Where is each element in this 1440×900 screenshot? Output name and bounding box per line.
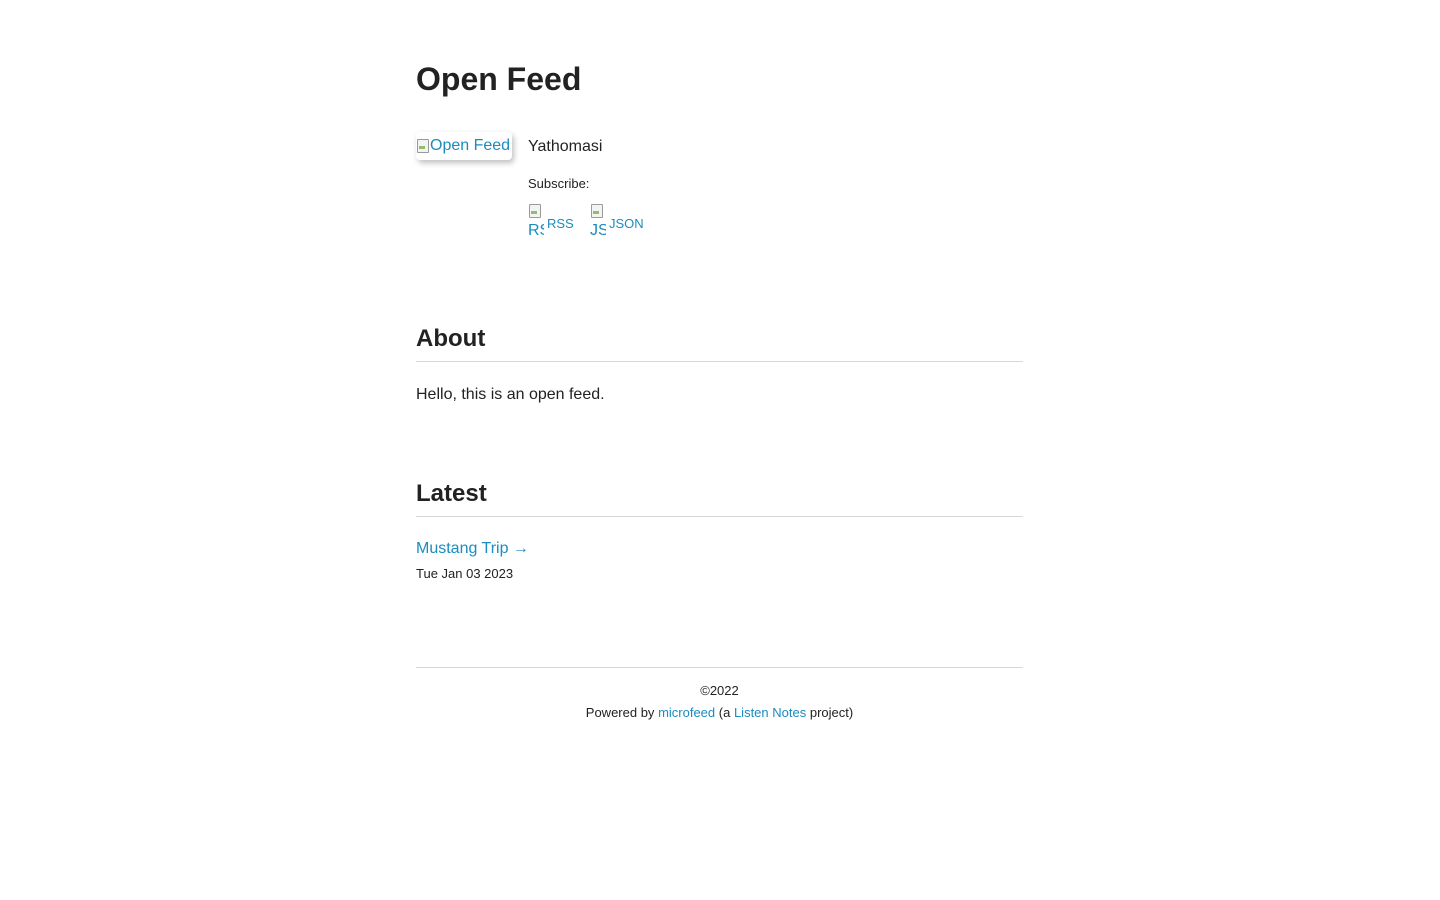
cover-alt-text: Open Feed [430,137,511,154]
about-heading: About [416,325,486,352]
subscribe-json-link[interactable]: JSON JSON [590,203,648,243]
footer-divider [416,667,1023,668]
latest-item-title-link[interactable]: Mustang Trip → [416,539,529,559]
rss-link-label: RSS [547,216,574,231]
powered-by-prefix: Powered by [585,705,655,720]
footer: ©2022 Powered by microfeed (a Listen Not… [416,683,1023,727]
rss-icon-alt: RSS [528,222,544,239]
powered-by-suffix: project) [809,705,854,720]
footer-powered-by: Powered by microfeed (a Listen Notes pro… [416,705,1023,727]
footer-copyright: ©2022 [700,683,739,698]
json-icon: JSON [590,203,606,241]
subscribe-label: Subscribe: [528,176,590,191]
latest-item-date: Tue Jan 03 2023 [416,566,514,581]
page-title: Open Feed [416,61,582,97]
json-link-label: JSON [609,216,644,231]
subscribe-rss-link[interactable]: RSS RSS [528,203,578,243]
about-text: Hello, this is an open feed. [416,386,605,403]
listen-notes-link[interactable]: Listen Notes [734,705,806,720]
channel-author: Yathomasi [528,138,603,155]
broken-image-icon [590,203,604,219]
microfeed-link[interactable]: microfeed [658,705,715,720]
channel-cover-image[interactable]: Open Feed [416,132,512,160]
json-icon-alt: JSON [590,222,606,239]
broken-image-icon [528,203,542,219]
latest-divider [416,516,1023,517]
about-divider [416,361,1023,362]
latest-heading: Latest [416,480,487,507]
broken-image-icon [416,138,430,154]
rss-icon: RSS [528,203,544,241]
powered-by-middle: (a [718,705,731,720]
